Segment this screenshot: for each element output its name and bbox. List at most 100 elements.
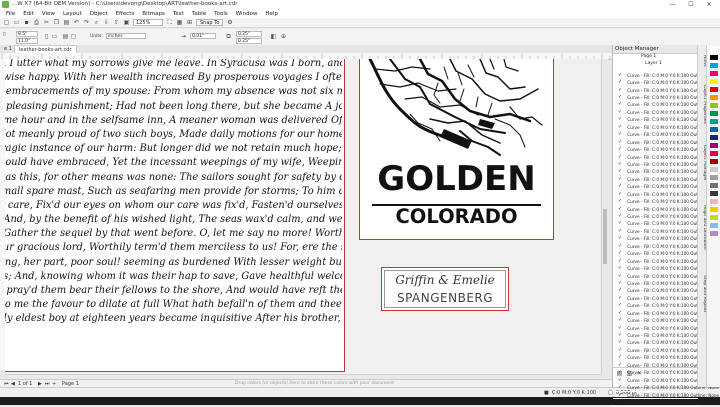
object-row[interactable]: ✓ Curve - Fill: C:0 M:0 Y:0 K:100 Outline… <box>613 228 719 236</box>
color-swatch[interactable] <box>709 94 719 101</box>
page-width-field[interactable]: 8.5" <box>16 31 38 37</box>
delete-icon[interactable]: ✕ <box>636 370 643 377</box>
page-script-text[interactable]: 2, I utter what my sorrows give me leave… <box>5 59 345 372</box>
undo-icon[interactable]: ↶ <box>73 19 80 26</box>
color-swatch[interactable] <box>709 102 719 109</box>
object-row[interactable]: ✓ Curve - Fill: C:0 M:0 Y:0 K:100 Outline… <box>613 161 719 169</box>
object-row[interactable]: ✓ Curve - Fill: C:0 M:0 Y:0 K:100 Outline… <box>613 384 719 392</box>
visibility-icon[interactable]: ✓ <box>618 154 622 160</box>
close-button[interactable]: ✕ <box>700 0 718 9</box>
visibility-icon[interactable]: ✓ <box>618 184 622 189</box>
color-swatch[interactable] <box>709 150 719 157</box>
menu-help[interactable]: Help <box>261 11 282 17</box>
object-row[interactable]: ✓ Curve - Fill: C:0 M:0 Y:0 K:100 Outline… <box>613 139 719 147</box>
copy-icon[interactable]: ❐ <box>53 19 60 26</box>
name-card[interactable]: Griffin & Emelie SPANGENBERG <box>381 267 509 311</box>
object-row[interactable]: ✓ Curve - Fill: C:0 M:0 Y:0 K:100 Outline… <box>613 355 719 363</box>
maximize-button[interactable]: ☐ <box>682 0 700 9</box>
publish-pdf-icon[interactable]: ▣ <box>123 19 130 26</box>
object-row[interactable]: ✓ Curve - Fill: C:0 M:0 Y:0 K:100 Outline… <box>613 236 719 244</box>
object-row[interactable]: ✓ Curve - Fill: C:0 M:0 Y:0 K:100 Outline… <box>613 198 719 206</box>
menu-tools[interactable]: Tools <box>210 11 232 17</box>
units-select[interactable]: inches <box>106 33 146 39</box>
object-row[interactable]: ✓ Curve - Fill: C:0 M:0 Y:0 K:100 Outline… <box>613 399 719 407</box>
zoom-level-field[interactable]: 125% <box>133 19 163 26</box>
duplicate-y-field[interactable]: 0.25" <box>236 38 262 44</box>
all-pages-icon[interactable]: ▤ <box>62 33 69 40</box>
object-row[interactable]: ✓ Curve - Fill: C:0 M:0 Y:0 K:100 Outline… <box>613 154 719 162</box>
import-icon[interactable]: ⇩ <box>103 19 110 26</box>
visibility-icon[interactable]: ✓ <box>618 266 622 271</box>
visibility-icon[interactable]: ✓ <box>618 251 622 256</box>
visibility-icon[interactable]: ✓ <box>618 139 622 145</box>
visibility-icon[interactable]: ✓ <box>618 243 622 249</box>
menu-bitmaps[interactable]: Bitmaps <box>138 11 169 17</box>
visibility-icon[interactable]: ✓ <box>618 206 622 212</box>
menu-edit[interactable]: Edit <box>19 11 38 17</box>
poster-subtitle[interactable]: COLORADO <box>360 206 553 228</box>
visibility-icon[interactable]: ✓ <box>618 191 622 197</box>
visibility-icon[interactable]: ✓ <box>618 325 622 331</box>
object-row[interactable]: ✓ Curve - Fill: C:0 M:0 Y:0 K:100 Outline… <box>613 79 719 87</box>
portrait-icon[interactable]: ▯ <box>43 33 50 40</box>
redo-icon[interactable]: ↷ <box>83 19 90 26</box>
color-swatch[interactable] <box>709 198 719 205</box>
object-row[interactable]: ✓ Curve - Fill: C:0 M:0 Y:0 K:100 Outline… <box>613 132 719 139</box>
visibility-icon[interactable]: ✓ <box>618 80 622 85</box>
new-layer-icon[interactable]: ▤ <box>616 370 623 377</box>
object-row[interactable]: ✓ Curve - Fill: C:0 M:0 Y:0 K:100 Outline… <box>613 288 719 296</box>
poster-title[interactable]: GOLDEN <box>360 161 553 197</box>
visibility-icon[interactable]: ✓ <box>618 117 622 122</box>
color-swatch[interactable] <box>709 46 719 53</box>
menu-file[interactable]: File <box>2 11 19 17</box>
object-row[interactable]: ✓ Curve - Fill: C:0 M:0 Y:0 K:100 Outline… <box>613 392 719 400</box>
visibility-icon[interactable]: ✓ <box>618 102 622 107</box>
search-icon[interactable]: ⌕ <box>93 19 100 26</box>
visibility-icon[interactable]: ✓ <box>618 124 622 130</box>
color-swatch[interactable] <box>709 206 719 213</box>
visibility-icon[interactable]: ✓ <box>618 303 622 308</box>
object-row[interactable]: ✓ Curve - Fill: C:0 M:0 Y:0 K:100 Outline… <box>613 72 719 80</box>
color-swatch[interactable] <box>709 126 719 133</box>
card-names[interactable]: Griffin & Emelie <box>385 273 505 287</box>
object-row[interactable]: ✓ Curve - Fill: C:0 M:0 Y:0 K:100 Outline… <box>613 243 719 251</box>
visibility-icon[interactable]: ✓ <box>618 355 622 360</box>
visibility-icon[interactable]: ✓ <box>618 258 622 264</box>
object-row[interactable]: ✓ Curve - Fill: C:0 M:0 Y:0 K:100 Outline… <box>613 325 719 333</box>
color-swatch[interactable] <box>709 86 719 93</box>
color-swatch[interactable] <box>709 62 719 69</box>
object-row[interactable]: ✓ Curve - Fill: C:0 M:0 Y:0 K:100 Outline… <box>613 213 719 221</box>
color-swatch[interactable] <box>709 134 719 141</box>
object-row[interactable]: ✓ Curve - Fill: C:0 M:0 Y:0 K:100 Outline… <box>613 280 719 288</box>
visibility-icon[interactable]: ✓ <box>618 147 622 152</box>
options-icon[interactable]: ⚙ <box>226 19 233 26</box>
rulers-icon[interactable]: ▦ <box>176 19 183 26</box>
menu-table[interactable]: Table <box>188 11 210 17</box>
menu-text[interactable]: Text <box>169 11 188 17</box>
object-row[interactable]: ✓ Curve - Fill: C:0 M:0 Y:0 K:100 Outline… <box>613 87 719 95</box>
visibility-icon[interactable]: ✓ <box>618 392 622 398</box>
color-swatch[interactable] <box>709 78 719 85</box>
print-icon[interactable]: ⎙ <box>33 19 40 26</box>
duplicate-x-field[interactable]: 0.25" <box>236 31 262 37</box>
object-row[interactable]: ✓ Curve - Fill: C:0 M:0 Y:0 K:100 Outline… <box>613 184 719 191</box>
current-page-icon[interactable]: ▢ <box>70 33 77 40</box>
golden-poster[interactable]: GOLDEN COLORADO <box>359 59 554 240</box>
visibility-icon[interactable]: ✓ <box>618 333 622 338</box>
visibility-icon[interactable]: ✓ <box>618 347 622 353</box>
object-row[interactable]: ✓ Curve - Fill: C:0 M:0 Y:0 K:100 Outline… <box>613 191 719 199</box>
color-swatch[interactable] <box>709 214 719 221</box>
visibility-icon[interactable]: ✓ <box>618 273 622 279</box>
color-swatch[interactable] <box>709 118 719 125</box>
color-swatch[interactable] <box>709 110 719 117</box>
visibility-icon[interactable]: ✓ <box>618 95 622 100</box>
visibility-icon[interactable]: ✓ <box>618 280 622 286</box>
visibility-icon[interactable]: ✓ <box>618 385 622 390</box>
script-text-block[interactable]: 2, I utter what my sorrows give me leave… <box>5 59 342 327</box>
menu-view[interactable]: View <box>38 11 59 17</box>
page-height-field[interactable]: 11.0" <box>16 38 38 44</box>
object-row[interactable]: ✓ Curve - Fill: C:0 M:0 Y:0 K:100 Outline… <box>613 273 719 281</box>
color-swatch[interactable] <box>709 166 719 173</box>
color-swatch[interactable] <box>709 222 719 229</box>
visibility-icon[interactable]: ✓ <box>618 199 622 204</box>
